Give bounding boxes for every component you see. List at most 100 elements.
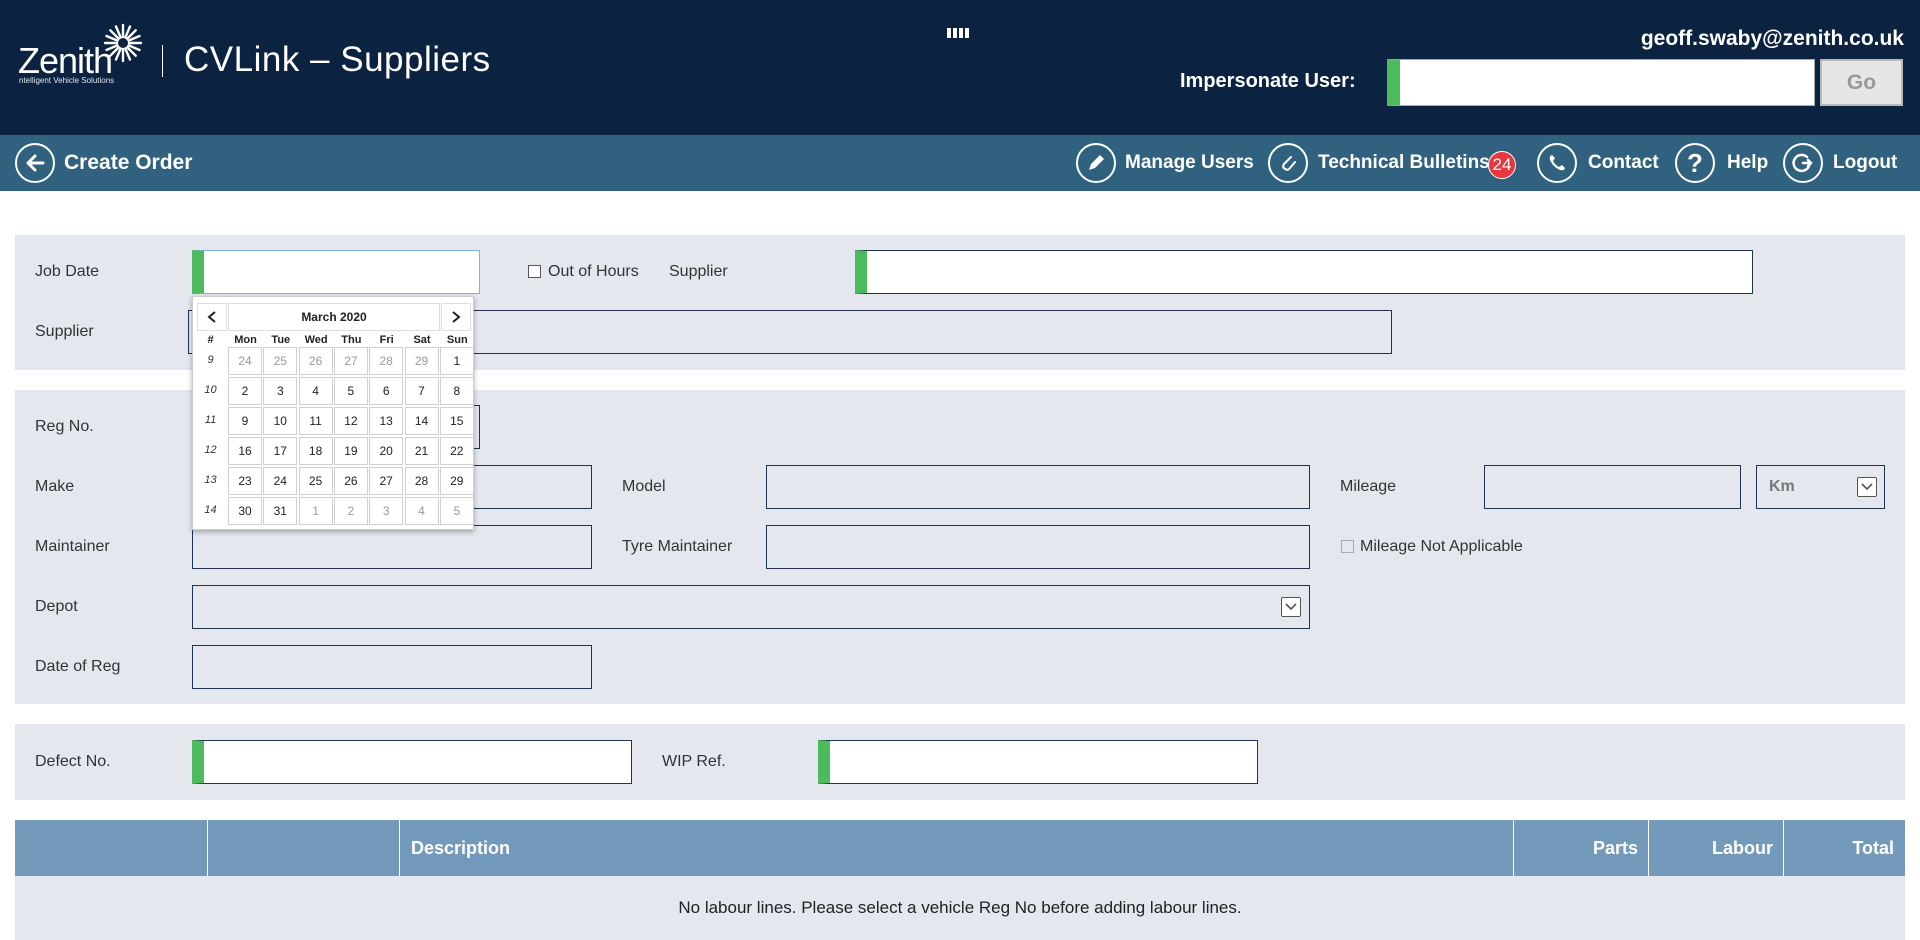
model-input[interactable] [766, 465, 1310, 509]
calendar-week-number: 10 [204, 384, 217, 396]
calendar-day[interactable]: 31 [263, 497, 298, 525]
calendar-week-number: 13 [204, 474, 217, 486]
go-button[interactable]: Go [1820, 59, 1903, 106]
bulletins-count-badge: 24 [1488, 151, 1516, 179]
grid-col-description[interactable]: Description [400, 820, 1514, 876]
nav-manage-users[interactable]: Manage Users [1125, 152, 1254, 174]
prev-month-button[interactable] [197, 303, 227, 331]
calendar-day[interactable]: 4 [298, 377, 333, 405]
supplier-branch-label: Supplier [35, 323, 94, 340]
calendar-week-number: 11 [204, 414, 217, 426]
calendar-day[interactable]: 15 [439, 407, 474, 435]
paperclip-icon[interactable] [1268, 143, 1308, 183]
reference-panel: Defect No. WIP Ref. [15, 724, 1905, 800]
mileage-input[interactable] [1484, 465, 1741, 509]
next-month-button[interactable] [441, 303, 471, 331]
back-arrow-icon[interactable] [15, 143, 55, 183]
calendar-day[interactable]: 4 [404, 497, 439, 525]
question-icon[interactable]: ? [1675, 143, 1715, 183]
calendar-day[interactable]: 16 [228, 437, 262, 465]
calendar-day[interactable]: 28 [404, 467, 439, 495]
calendar-day[interactable]: 2 [228, 377, 262, 405]
calendar-day-header: Mon [234, 334, 257, 346]
calendar-day[interactable]: 26 [298, 347, 333, 375]
calendar-day[interactable]: 18 [298, 437, 333, 465]
calendar-day[interactable]: 26 [333, 467, 368, 495]
mileage-unit-value: Km [1769, 478, 1795, 495]
calendar-day[interactable]: 14 [404, 407, 439, 435]
calendar-day[interactable]: 6 [369, 377, 404, 405]
calendar-day[interactable]: 21 [404, 437, 439, 465]
pencil-icon[interactable] [1076, 143, 1116, 183]
tyre-maintainer-input[interactable] [766, 525, 1310, 569]
calendar-day[interactable]: 7 [404, 377, 439, 405]
calendar-day[interactable]: 29 [439, 467, 474, 495]
calendar-day[interactable]: 17 [263, 437, 298, 465]
out-of-hours-checkbox[interactable] [528, 265, 541, 278]
calendar-day[interactable]: 3 [369, 497, 404, 525]
job-date-label: Job Date [35, 263, 100, 280]
calendar-day[interactable]: 19 [333, 437, 368, 465]
calendar-day[interactable]: 5 [333, 377, 368, 405]
nav-help[interactable]: Help [1727, 152, 1768, 174]
calendar-day[interactable]: 12 [333, 407, 368, 435]
nav-logout[interactable]: Logout [1833, 152, 1897, 174]
defect-no-input[interactable] [192, 740, 632, 784]
calendar-day[interactable]: 20 [369, 437, 404, 465]
grid-col-parts[interactable]: Parts [1514, 820, 1649, 876]
nav-technical-bulletins[interactable]: Technical Bulletins [1318, 152, 1490, 174]
calendar-day[interactable]: 30 [228, 497, 262, 525]
job-date-input[interactable] [192, 250, 480, 294]
calendar-day-header: Fri [379, 334, 394, 346]
zenith-logo[interactable]: Zenith ntelligent Vehicle Solutions [18, 22, 143, 92]
calendar-day[interactable]: 24 [228, 347, 262, 375]
calendar-day[interactable]: 1 [298, 497, 333, 525]
calendar-month-label[interactable]: March 2020 [228, 303, 440, 331]
calendar-day[interactable]: 10 [263, 407, 298, 435]
calendar-day[interactable]: 25 [298, 467, 333, 495]
calendar-day-header: Thu [341, 334, 362, 346]
mileage-na-checkbox[interactable] [1341, 540, 1354, 553]
impersonate-user-input[interactable] [1387, 59, 1815, 106]
make-label: Make [35, 478, 75, 495]
calendar-day[interactable]: 23 [228, 467, 262, 495]
sunburst-icon [103, 23, 143, 63]
impersonate-label: Impersonate User: [1180, 70, 1356, 92]
mileage-na-label: Mileage Not Applicable [1360, 538, 1523, 555]
mileage-label: Mileage [1340, 478, 1397, 495]
calendar-day[interactable]: 13 [369, 407, 404, 435]
date-of-reg-input[interactable] [192, 645, 592, 689]
depot-label: Depot [35, 598, 78, 615]
calendar-day[interactable]: 24 [263, 467, 298, 495]
calendar-day[interactable]: 27 [369, 467, 404, 495]
calendar-day[interactable]: 2 [333, 497, 368, 525]
signal-icon [947, 28, 969, 38]
supplier-input[interactable] [855, 250, 1753, 294]
labour-grid-header: Description Parts Labour Total [15, 820, 1905, 876]
calendar-week-number: 14 [204, 504, 217, 516]
calendar-day[interactable]: 1 [439, 347, 474, 375]
calendar-day[interactable]: 9 [228, 407, 262, 435]
grid-col-labour[interactable]: Labour [1649, 820, 1784, 876]
chevron-down-icon [1281, 597, 1301, 617]
phone-icon[interactable] [1537, 143, 1577, 183]
mileage-unit-select[interactable]: Km [1756, 465, 1885, 509]
calendar-day[interactable]: 25 [263, 347, 298, 375]
calendar-day[interactable]: 3 [263, 377, 298, 405]
nav-bar: Create Order Manage Users Technical Bull… [0, 135, 1920, 191]
nav-contact[interactable]: Contact [1588, 152, 1659, 174]
calendar-day[interactable]: 22 [439, 437, 474, 465]
calendar-day[interactable]: 29 [404, 347, 439, 375]
wip-ref-input[interactable] [818, 740, 1258, 784]
calendar-day[interactable]: 28 [369, 347, 404, 375]
calendar-day[interactable]: 27 [333, 347, 368, 375]
logout-icon[interactable] [1783, 143, 1823, 183]
calendar-week-header: # [207, 334, 214, 346]
maintainer-input[interactable] [192, 525, 592, 569]
calendar-day[interactable]: 8 [439, 377, 474, 405]
depot-select[interactable] [192, 585, 1310, 629]
calendar-day[interactable]: 5 [439, 497, 474, 525]
maintainer-label: Maintainer [35, 538, 110, 555]
grid-col-total[interactable]: Total [1784, 820, 1905, 876]
calendar-day[interactable]: 11 [298, 407, 333, 435]
